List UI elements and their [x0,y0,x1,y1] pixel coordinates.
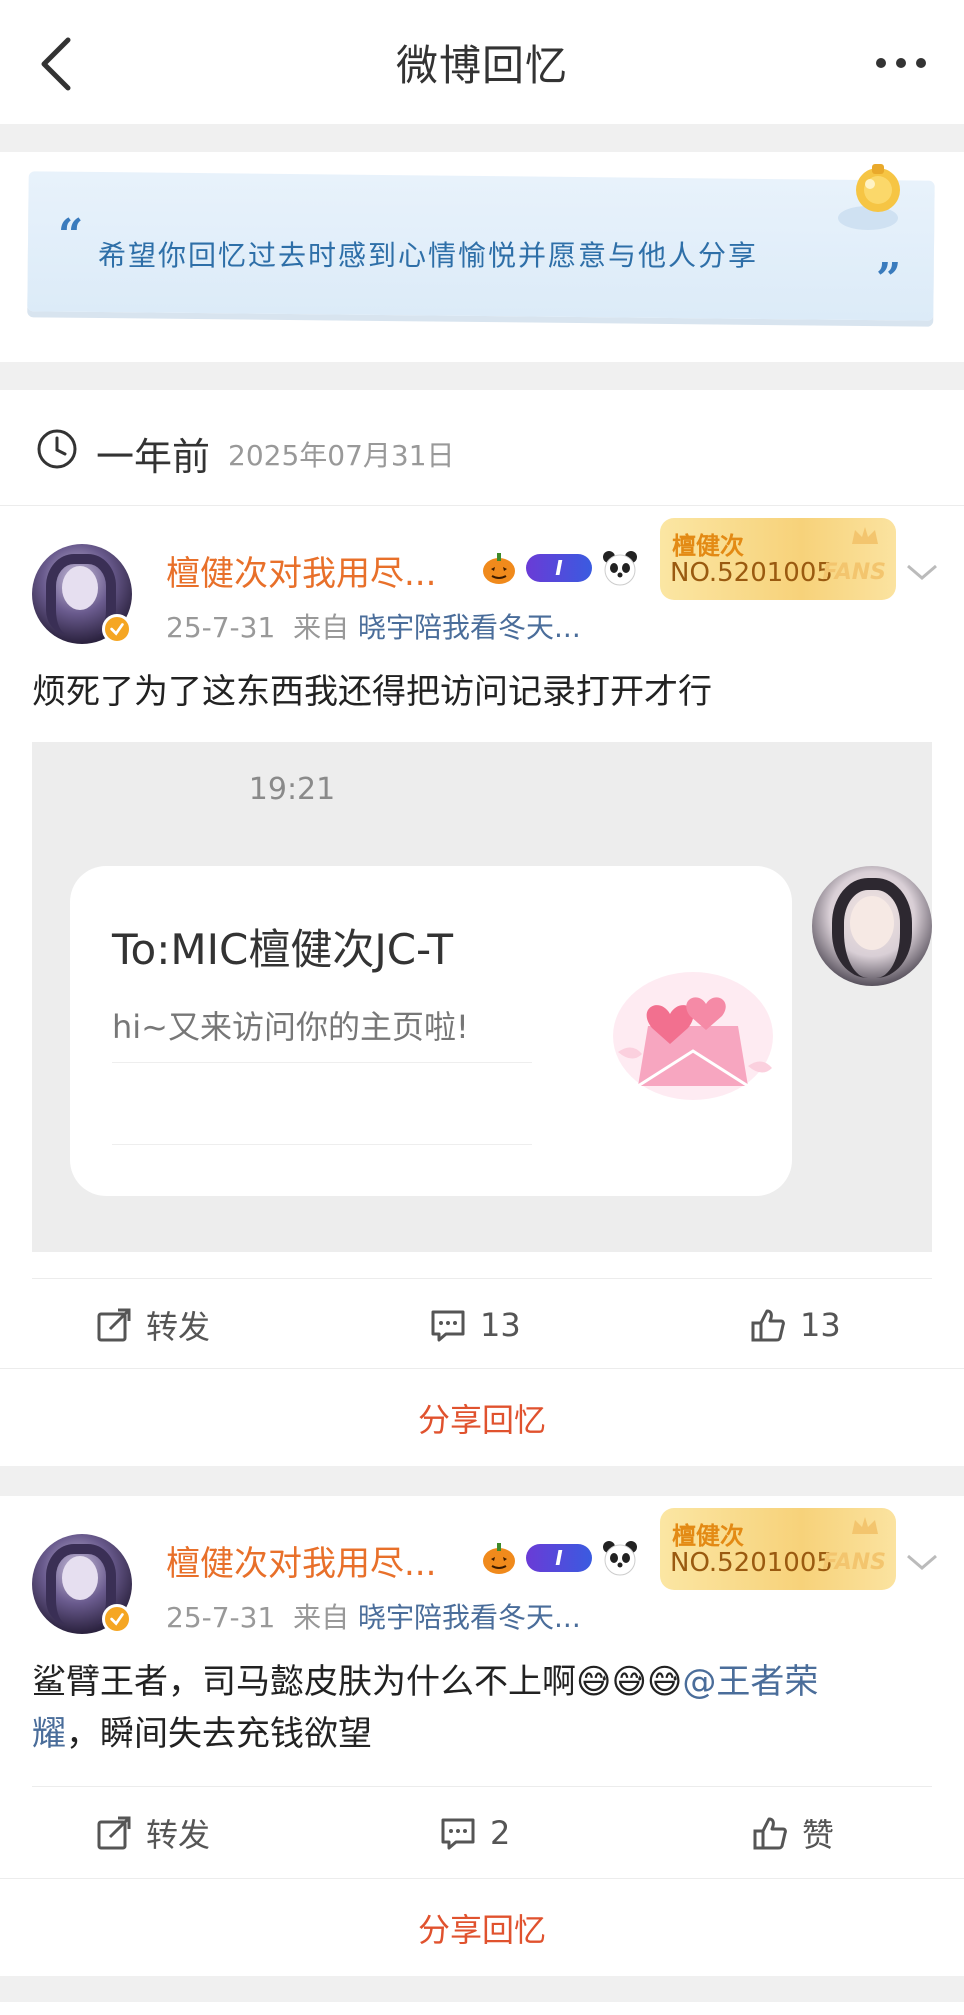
fans-card-number: NO.5201005 [670,1548,833,1578]
post-text: ，瞬间失去充钱欲望 [66,1714,372,1754]
quote-text: 希望你回忆过去时感到心情愉悦并愿意与他人分享 [98,239,759,272]
pumpkin-icon [483,553,515,584]
envelope-hearts-icon [613,972,773,1100]
page-title: 微博回忆 [395,40,568,90]
message-recipient: To:MIC檀健次JC-T [112,925,453,974]
fans-card-number: NO.5201005 [670,558,833,588]
comment-icon [431,1310,465,1342]
fans-card[interactable]: 檀健次 NO.5201005 FANS [660,518,896,600]
comment-icon [441,1818,475,1850]
like-icon [753,1817,787,1850]
panda-icon [603,551,637,586]
crown-icon [852,1517,878,1534]
bell-icon [838,164,900,230]
comment-count: 13 [480,1306,521,1344]
post-meta: 25-7-31 来自 晓宇陪我看冬天... [166,1596,581,1636]
repost-label: 转发 [146,1308,211,1346]
relative-time: 一年前 [96,435,211,479]
message-card: To:MIC檀健次JC-T hi~又来访问你的主页啦! [70,866,792,1196]
repost-button[interactable]: 转发 [96,1787,210,1879]
memory-date: 2025年07月31日 [228,439,455,472]
level-badge: I [526,1544,592,1572]
post-content: 鲨臂王者，司马懿皮肤为什么不上啊😅😅😅@王者荣耀，瞬间失去充钱欲望 [32,1656,932,1760]
mention-link[interactable]: @王者荣 [682,1662,818,1702]
post-image[interactable]: 19:21 To:MIC檀健次JC-T hi~又来访问你的主页啦! [32,742,932,1252]
verified-icon [102,614,132,644]
chevron-down-icon[interactable] [904,1552,940,1572]
top-bar: 微博回忆 [0,0,964,124]
divider [112,1144,532,1145]
user-badges: I [480,548,640,588]
like-button[interactable]: 赞 [752,1787,834,1879]
fans-card[interactable]: 檀健次 NO.5201005 FANS [660,1508,896,1590]
share-memory-button[interactable]: 分享回忆 [0,1368,964,1466]
quote-close-mark: ” [876,254,902,305]
repost-label: 转发 [146,1816,211,1854]
comment-button[interactable]: 2 [440,1787,510,1879]
share-memory-button[interactable]: 分享回忆 [0,1878,964,1976]
post-time: 25-7-31 [166,611,276,644]
username[interactable]: 檀健次对我用尽... [166,1536,436,1585]
repost-button[interactable]: 转发 [96,1279,210,1371]
divider [112,1062,532,1063]
pumpkin-icon [483,1543,515,1574]
user-badges: I [480,1538,640,1578]
comment-count: 2 [490,1814,511,1852]
action-bar: 转发 2 赞 [32,1786,932,1878]
repost-icon [97,1308,131,1342]
image-time: 19:21 [248,772,336,807]
quote-open-mark: “ [58,210,84,261]
like-icon [751,1309,785,1342]
comment-button[interactable]: 13 [430,1279,521,1371]
like-button[interactable]: 13 [750,1279,841,1371]
mention-link[interactable]: 耀 [32,1714,66,1754]
next-card-peek [0,2002,964,2015]
post-source[interactable]: 晓宇陪我看冬天... [358,611,581,644]
avatar [812,866,932,986]
from-label: 来自 [293,1601,350,1634]
post-content: 烦死了为了这东西我还得把访问记录打开才行 [32,672,712,712]
more-icon[interactable] [874,56,928,70]
post-source[interactable]: 晓宇陪我看冬天... [358,1601,581,1634]
fans-card-tag: FANS [822,560,886,585]
repost-icon [97,1816,131,1850]
verified-icon [102,1604,132,1634]
post-time: 25-7-31 [166,1601,276,1634]
from-label: 来自 [293,611,350,644]
level-badge: I [526,554,592,582]
action-bar: 转发 13 13 [32,1278,932,1370]
back-icon[interactable] [32,36,82,92]
like-count: 13 [800,1306,841,1344]
post-card: 檀健次对我用尽... I 檀健次 NO.5201005 FANS 25-7-31… [0,1496,964,1976]
date-header: 一年前 2025年07月31日 [0,390,964,506]
username[interactable]: 檀健次对我用尽... [166,546,436,595]
chevron-down-icon[interactable] [904,562,940,582]
post-text: 鲨臂王者，司马懿皮肤为什么不上啊😅😅😅 [32,1662,683,1702]
message-body: hi~又来访问你的主页啦! [112,1008,469,1046]
crown-icon [852,527,878,544]
fans-card-tag: FANS [822,1550,886,1575]
post-meta: 25-7-31 来自 晓宇陪我看冬天... [166,606,581,646]
fans-card-name: 檀健次 [672,1522,744,1550]
fans-card-name: 檀健次 [672,532,744,560]
panda-icon [603,1541,637,1576]
clock-icon [37,429,77,469]
post-card: 檀健次对我用尽... I 檀健次 NO.5201005 FANS 25-7-31… [0,506,964,1466]
like-label: 赞 [802,1816,835,1854]
